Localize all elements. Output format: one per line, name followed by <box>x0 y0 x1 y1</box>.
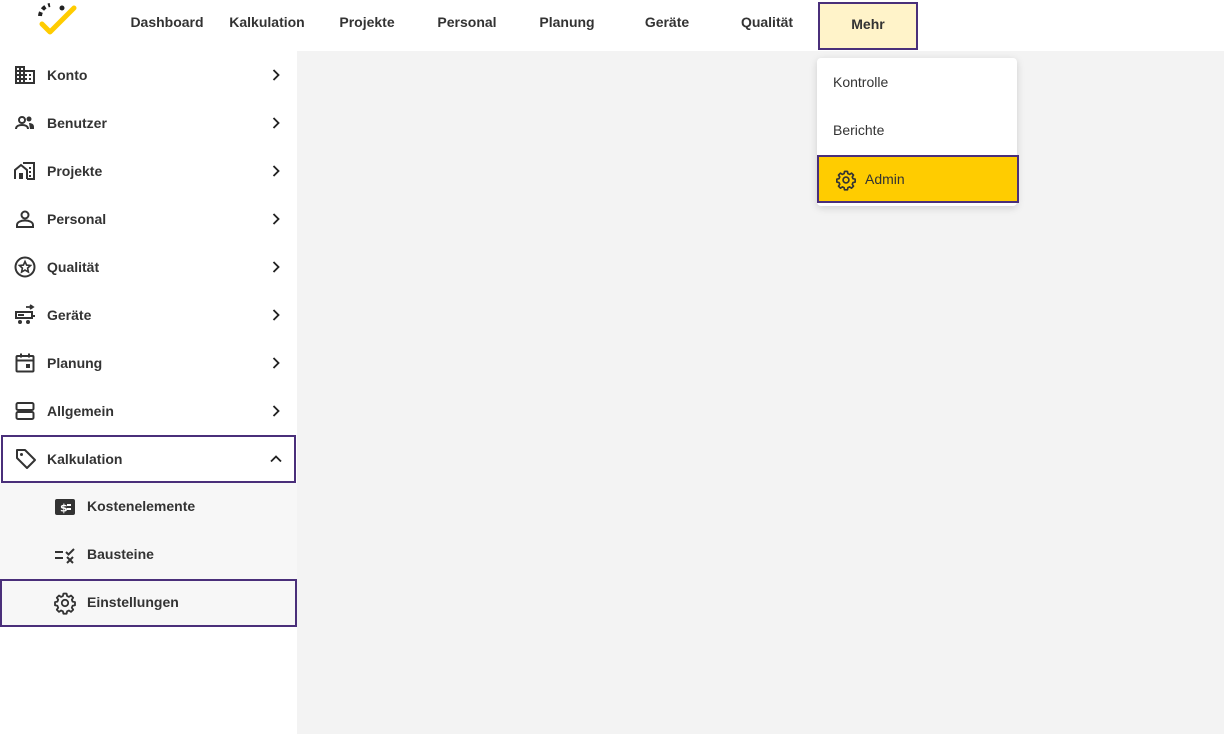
sidebar-item-benutzer[interactable]: Benutzer <box>0 99 297 147</box>
menu-item-label: Kontrolle <box>833 74 889 90</box>
tag-icon <box>14 447 38 471</box>
sidebar-item-projekte[interactable]: Projekte <box>0 147 297 195</box>
sidebar-item-konto[interactable]: Konto <box>0 51 297 99</box>
sidebar-item-personal[interactable]: Personal <box>0 195 297 243</box>
sidebar-item-label: Qualität <box>47 259 100 275</box>
sidebar-item-label: Personal <box>47 211 107 227</box>
sidebar-item-label: Projekte <box>47 163 103 179</box>
sidebar-item-planung[interactable]: Planung <box>0 339 297 387</box>
subitem-label: Einstellungen <box>87 594 179 610</box>
nav-planung[interactable]: Planung <box>526 0 608 44</box>
menu-item-label: Admin <box>865 171 905 187</box>
sidebar-subitem-einstellungen[interactable]: Einstellungen <box>0 579 297 627</box>
chevron-right-icon <box>266 257 286 277</box>
chevron-right-icon <box>266 65 286 85</box>
house-building-icon <box>13 159 37 183</box>
chevron-right-icon <box>266 209 286 229</box>
sidebar-item-label: Planung <box>47 355 103 371</box>
more-dropdown-menu: Kontrolle Berichte Admin <box>817 58 1019 206</box>
nav-geraete[interactable]: Geräte <box>626 0 708 44</box>
nav-projekte[interactable]: Projekte <box>326 0 408 44</box>
nav-dashboard[interactable]: Dashboard <box>126 0 208 44</box>
main-content <box>297 51 1224 734</box>
rule-icon <box>53 543 77 567</box>
sidebar-item-label: Kalkulation <box>47 451 123 467</box>
chevron-right-icon <box>266 353 286 373</box>
logo-icon[interactable] <box>34 2 78 36</box>
sidebar-item-label: Benutzer <box>47 115 107 131</box>
sidebar-item-geraete[interactable]: Geräte <box>0 291 297 339</box>
svg-text:$: $ <box>60 502 68 515</box>
menu-item-admin[interactable]: Admin <box>817 155 1019 203</box>
person-icon <box>13 207 37 231</box>
gear-icon <box>53 591 77 615</box>
gear-icon <box>835 169 857 191</box>
nav-qualitaet[interactable]: Qualität <box>726 0 808 44</box>
sidebar-item-qualitaet[interactable]: Qualität <box>0 243 297 291</box>
nav-kalkulation[interactable]: Kalkulation <box>226 0 308 44</box>
storage-icon <box>13 399 37 423</box>
sidebar-item-label: Allgemein <box>47 403 114 419</box>
chevron-up-icon <box>266 449 286 469</box>
nav-mehr[interactable]: Mehr <box>818 2 918 50</box>
chevron-right-icon <box>266 161 286 181</box>
sidebar-subitem-kostenelemente[interactable]: $ Kostenelemente <box>0 483 297 531</box>
sidebar-item-label: Konto <box>47 67 88 83</box>
top-navigation: Dashboard Kalkulation Projekte Personal … <box>0 0 1224 51</box>
subitem-label: Bausteine <box>87 546 154 562</box>
menu-item-berichte[interactable]: Berichte <box>817 106 1017 154</box>
star-badge-icon <box>13 255 37 279</box>
menu-item-label: Berichte <box>833 122 885 138</box>
sidebar-item-kalkulation[interactable]: Kalkulation <box>1 435 296 483</box>
sidebar-item-allgemein[interactable]: Allgemein <box>0 387 297 435</box>
chevron-right-icon <box>266 113 286 133</box>
chevron-right-icon <box>266 401 286 421</box>
sidebar: Konto Benutzer Projekte Personal Qualitä… <box>0 51 297 734</box>
nav-personal[interactable]: Personal <box>426 0 508 44</box>
calendar-icon <box>13 351 37 375</box>
users-icon <box>13 111 37 135</box>
chevron-right-icon <box>266 305 286 325</box>
sidebar-subitem-bausteine[interactable]: Bausteine <box>0 531 297 579</box>
subitem-label: Kostenelemente <box>87 498 196 514</box>
money-icon: $ <box>53 495 77 519</box>
vehicle-icon <box>13 303 37 327</box>
building-icon <box>13 63 37 87</box>
sidebar-item-label: Geräte <box>47 307 92 323</box>
menu-item-kontrolle[interactable]: Kontrolle <box>817 58 1017 106</box>
